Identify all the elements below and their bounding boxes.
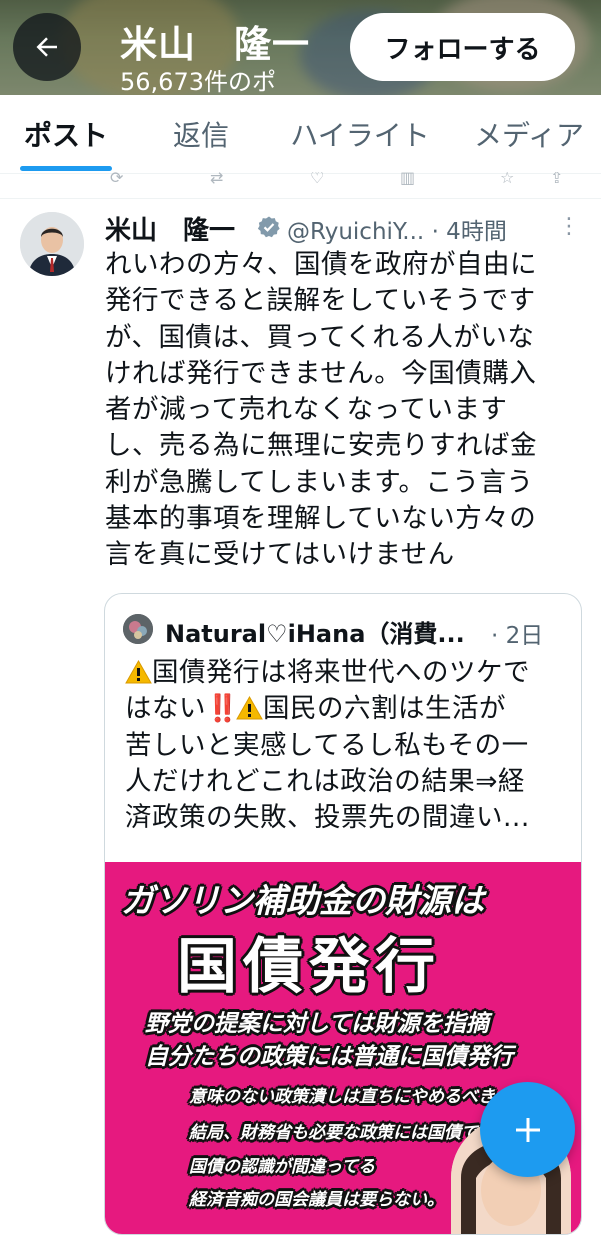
tweet-text: れいわの方々、国債を政府が自由に 発行できると誤解をしていそうです が、国債は、… (105, 247, 585, 574)
quoted-text-line: 国債発行は将来世代へのツケで (152, 657, 530, 688)
quoted-text: 国債発行は将来世代へのツケで はない‼️ 国民の六割は生活が 苦しいと実感してるし… (125, 655, 570, 836)
verified-badge-icon (257, 216, 280, 238)
compose-button[interactable] (480, 1082, 575, 1177)
image-body-text: 国債の認識が間違ってる (189, 1157, 376, 1177)
tab-posts[interactable]: ポスト (20, 95, 112, 173)
tweet-text-line: が、国債は、買ってくれる人がいな (105, 321, 535, 353)
quoted-post-time: · 2日 (491, 623, 544, 649)
back-button[interactable] (13, 13, 81, 81)
post-time: · 4時間 (431, 219, 507, 245)
follow-button[interactable]: フォローする (350, 13, 575, 81)
image-body-text: 経済音痴の国会議員は要らない。 (189, 1190, 444, 1210)
image-title-text: ガソリン補助金の財源は (121, 881, 484, 920)
plus-icon (515, 1117, 540, 1142)
tab-highlights[interactable]: ハイライト (285, 95, 435, 173)
tweet-text-line: 発行できると誤解をしていそうです (105, 285, 536, 317)
double-exclamation-icon: ‼️ (206, 693, 239, 725)
tweet-text-line: 者が減って売れなくなっています (105, 394, 508, 426)
tab-media[interactable]: メディア (468, 95, 590, 173)
quoted-text-line: はない (125, 693, 206, 725)
tweet-text-line: し、売る為に無理に安売りすれば金 (105, 430, 537, 462)
image-body-text: 意味のない政策潰しは直ちにやめるべき (189, 1087, 495, 1107)
image-subtitle-text: 野党の提案に対しては財源を指摘 (145, 1011, 489, 1037)
quoted-text-line: 苦しいと実感してるし私もその一 (125, 729, 529, 761)
more-vertical-icon[interactable]: ⋮ (558, 214, 580, 239)
image-headline-text: 国債発行 (177, 932, 441, 1002)
quoted-author-avatar (123, 614, 153, 644)
author-handle-time[interactable]: @RyuichiY... · 4時間 (287, 212, 507, 246)
quoted-author-name: Natural♡iHana（消費... (165, 620, 465, 648)
previous-post-actions: ⟳ ⇄ ♡ ▥ ☆ ⇪ (110, 172, 564, 186)
quoted-image[interactable]: ガソリン補助金の財源は 国債発行 野党の提案に対しては財源を指摘 自分たちの政策… (105, 862, 581, 1234)
image-subtitle-text: 自分たちの政策には普通に国債発行 (145, 1044, 513, 1070)
warning-icon (125, 660, 152, 684)
quoted-text-line: 国民の六割は生活が (263, 693, 506, 725)
tweet-text-line: ければ発行できません。今国債購入 (105, 357, 537, 389)
divider (0, 198, 601, 199)
arrow-left-icon (36, 37, 57, 57)
avatar-photo (123, 614, 153, 644)
author-handle: @RyuichiY... (287, 219, 425, 245)
quoted-text-line: 人だけれどこれは政治の結果⇒経 (125, 765, 525, 797)
post-count: 56,673件のポ (120, 68, 276, 96)
quoted-text-line: 済政策の失敗、投票先の間違い... (125, 802, 530, 834)
profile-tabs: ポスト 返信 ハイライト メディア (0, 95, 601, 174)
tweet-text-line: 利が急騰してしまいます。こう言う (105, 466, 534, 498)
tweet-header: 米山 隆一 @RyuichiY... · 4時間 ⋮ (105, 210, 585, 247)
active-tab-indicator (20, 166, 112, 171)
warning-icon (236, 696, 263, 720)
author-name[interactable]: 米山 隆一 (105, 210, 235, 247)
tweet-text-line: れいわの方々、国債を政府が自由に (105, 249, 537, 280)
avatar[interactable] (20, 212, 84, 276)
tweet-text-line: 基本的事項を理解していない方々の (105, 503, 537, 535)
image-body-text: 結局、財務省も必要な政策には国債で対 (189, 1123, 495, 1143)
avatar-photo (20, 212, 84, 276)
tab-replies[interactable]: 返信 (160, 95, 242, 173)
tweet-text-line: 言を真に受けてはいけません (105, 539, 455, 571)
profile-name: 米山 隆一 (120, 23, 310, 66)
